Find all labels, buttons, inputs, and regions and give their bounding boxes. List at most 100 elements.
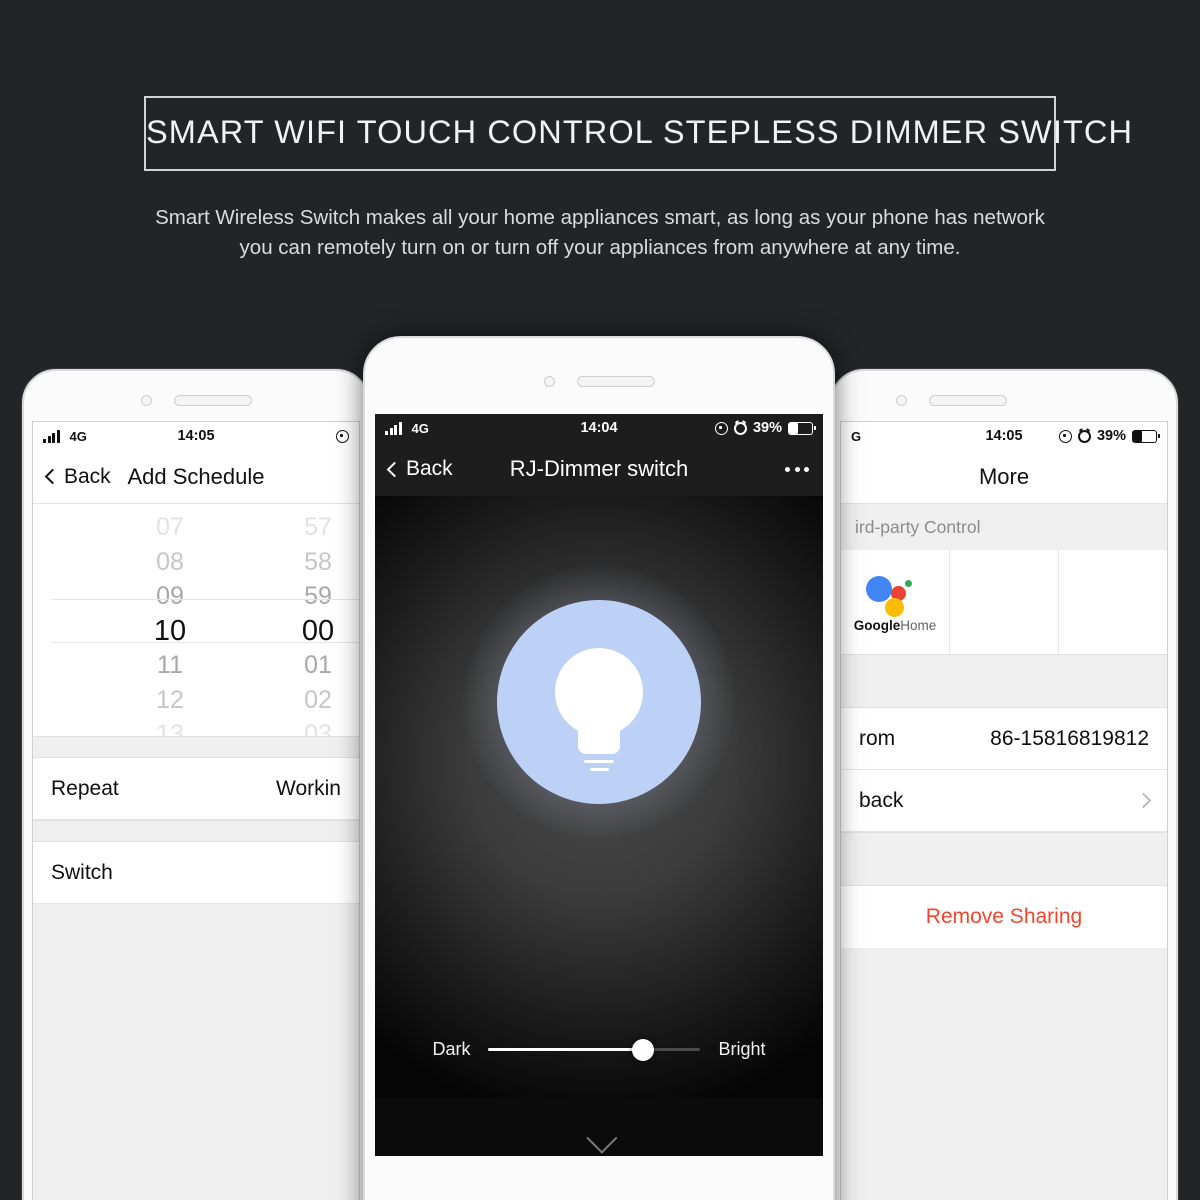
row-shared-from[interactable]: rom 86-15816819812: [841, 708, 1167, 770]
minute-option[interactable]: 59: [277, 579, 359, 614]
status-left-group: 4G: [43, 429, 144, 444]
alarm-clock-icon: [1077, 429, 1091, 443]
row-shared-from-label: rom: [859, 726, 896, 750]
signal-bars-icon: [43, 429, 60, 443]
google-assistant-icon: [864, 572, 926, 617]
slider-label-dark: Dark: [432, 1039, 471, 1059]
front-camera-icon: [140, 394, 152, 406]
hour-option[interactable]: 08: [129, 545, 211, 580]
status-clock: 14:04: [580, 420, 618, 436]
hour-option[interactable]: 09: [129, 579, 211, 614]
alarm-clock-icon: [733, 421, 747, 435]
row-repeat-label: Repeat: [51, 776, 119, 800]
status-bar-left: 4G 14:05: [33, 422, 359, 450]
minute-option[interactable]: 01: [277, 648, 359, 683]
nav-bar-right: More: [841, 450, 1167, 504]
brightness-slider[interactable]: [488, 1038, 701, 1061]
page-title: SMART WIFI TOUCH CONTROL STEPLESS DIMMER…: [146, 114, 1134, 150]
row-switch[interactable]: Switch: [33, 842, 359, 904]
minute-option[interactable]: 02: [277, 683, 359, 718]
remove-sharing-label: Remove Sharing: [925, 905, 1083, 928]
slider-thumb[interactable]: [632, 1038, 655, 1061]
section-gap: [33, 736, 359, 758]
status-right-group: [248, 429, 349, 443]
rotation-lock-icon: [335, 429, 349, 443]
more-dots-icon[interactable]: [785, 466, 809, 472]
phone-bezel-top: [840, 379, 1168, 421]
screen-title: More: [978, 463, 1030, 489]
status-clock: 14:05: [177, 428, 215, 444]
phone-left-add-schedule: 4G 14:05 Back Add Schedule 07 08 09 10 1…: [22, 369, 370, 1200]
nav-bar-left: Back Add Schedule: [33, 450, 359, 504]
hour-option[interactable]: 11: [129, 648, 211, 683]
third-party-grid: GoogleHome: [841, 550, 1167, 654]
back-button-label: Back: [64, 464, 111, 488]
phone-right-more: G 14:05 39% More ird-party Control Googl…: [830, 369, 1178, 1200]
row-feedback[interactable]: back: [841, 770, 1167, 832]
dimmer-control-area: Dark Bright: [375, 496, 823, 1098]
chevron-left-icon: [386, 461, 403, 477]
nav-bar-center: Back RJ-Dimmer switch: [375, 442, 823, 496]
chevron-right-icon: [1135, 792, 1152, 809]
minute-option[interactable]: 03: [277, 717, 359, 736]
row-repeat[interactable]: Repeat Workin: [33, 758, 359, 820]
time-picker[interactable]: 07 08 09 10 11 12 13 57 58 59 00 01 02 0…: [33, 504, 359, 736]
front-camera-icon: [896, 394, 907, 406]
google-product-text: Home: [900, 617, 937, 633]
status-right-group: 39%: [672, 420, 816, 436]
section-gap: [33, 820, 359, 842]
network-type-label: 4G: [411, 420, 429, 436]
slider-label-bright: Bright: [718, 1039, 766, 1059]
back-button[interactable]: Back: [386, 457, 453, 481]
section-gap: [841, 832, 1167, 886]
hour-option[interactable]: 13: [129, 717, 211, 736]
collapse-panel-button[interactable]: [375, 1098, 823, 1156]
phone-center-dimmer: 4G 14:04 39% Back RJ-Dimmer switch Dark …: [363, 336, 835, 1200]
row-switch-label: Switch: [51, 860, 113, 884]
phone-bezel-top: [375, 348, 823, 414]
hour-option[interactable]: 12: [129, 683, 211, 718]
picker-line-bottom: [51, 642, 359, 643]
remove-sharing-button[interactable]: Remove Sharing: [841, 886, 1167, 948]
status-clock: 14:05: [985, 428, 1023, 444]
earpiece-speaker-icon: [929, 394, 1007, 406]
earpiece-speaker-icon: [173, 394, 252, 406]
third-party-cell-google-home[interactable]: GoogleHome: [841, 550, 950, 654]
section-header-third-party: ird-party Control: [841, 504, 1167, 550]
status-right-group: 39%: [1056, 428, 1160, 444]
hour-option[interactable]: 07: [129, 510, 211, 545]
signal-bars-icon: [385, 421, 402, 435]
title-box: SMART WIFI TOUCH CONTROL STEPLESS DIMMER…: [144, 96, 1134, 171]
section-gap: [841, 654, 1167, 708]
status-left-group: G: [851, 429, 952, 444]
phone-center-screen: 4G 14:04 39% Back RJ-Dimmer switch Dark …: [375, 414, 823, 1156]
status-bar-right: G 14:05 39%: [841, 422, 1167, 450]
hour-column[interactable]: 07 08 09 10 11 12 13: [129, 504, 211, 736]
battery-percent-label: 39%: [1096, 428, 1126, 444]
status-bar-center: 4G 14:04 39%: [375, 414, 823, 442]
picker-line-top: [51, 599, 359, 600]
light-bulb-icon[interactable]: [463, 566, 735, 838]
row-feedback-label: back: [859, 788, 904, 812]
minute-option[interactable]: 57: [277, 510, 359, 545]
front-camera-icon: [543, 375, 555, 387]
third-party-cell-empty[interactable]: [950, 550, 1059, 654]
row-repeat-value: Workin: [276, 776, 341, 800]
back-button[interactable]: Back: [44, 464, 111, 489]
status-left-group: 4G: [385, 421, 526, 436]
row-shared-from-value: 86-15816819812: [990, 726, 1149, 750]
network-type-label: 4G: [69, 428, 87, 444]
brightness-slider-row: Dark Bright: [375, 1038, 823, 1061]
phone-right-screen: G 14:05 39% More ird-party Control Googl…: [840, 421, 1168, 1200]
battery-percent-label: 39%: [752, 420, 782, 436]
rotation-lock-icon: [714, 421, 728, 435]
minute-column[interactable]: 57 58 59 00 01 02 03: [277, 504, 359, 736]
minute-option[interactable]: 58: [277, 545, 359, 580]
chevron-left-icon: [44, 468, 61, 485]
third-party-label: GoogleHome: [854, 618, 937, 633]
battery-icon: [787, 421, 816, 435]
battery-icon: [1131, 429, 1160, 443]
third-party-cell-empty[interactable]: [1059, 550, 1167, 654]
phone-bezel-top: [32, 379, 360, 421]
hero-section: SMART WIFI TOUCH CONTROL STEPLESS DIMMER…: [0, 0, 1200, 263]
